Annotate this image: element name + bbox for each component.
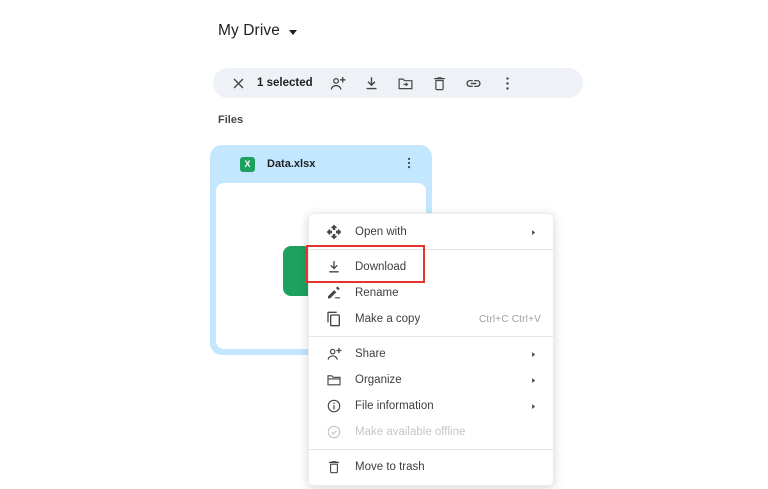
submenu-arrow-icon — [529, 402, 538, 411]
rename-icon — [326, 285, 342, 301]
menu-item-download[interactable]: Download — [309, 254, 553, 280]
submenu-arrow-icon — [529, 228, 538, 237]
menu-item-move-to-trash[interactable]: Move to trash — [309, 454, 553, 480]
download-icon — [326, 259, 342, 275]
menu-item-file-information[interactable]: File information — [309, 393, 553, 419]
more-options-icon — [499, 75, 516, 92]
menu-item-label: Make available offline — [355, 426, 466, 438]
menu-divider — [309, 249, 553, 250]
file-more-options-button[interactable] — [398, 153, 420, 175]
page-title: My Drive — [218, 22, 280, 39]
move-to-folder-button[interactable] — [391, 70, 421, 96]
download-icon — [363, 75, 380, 92]
menu-item-make-a-copy[interactable]: Make a copy Ctrl+C Ctrl+V — [309, 306, 553, 332]
chevron-down-icon — [288, 29, 297, 35]
offline-check-icon — [326, 424, 342, 440]
copy-icon — [326, 311, 342, 327]
files-section-label: Files — [218, 114, 244, 126]
link-icon — [465, 75, 482, 92]
excel-file-icon: X — [240, 156, 255, 172]
file-name: Data.xlsx — [267, 158, 316, 170]
menu-item-label: Open with — [355, 226, 407, 238]
my-drive-breadcrumb[interactable]: My Drive — [218, 22, 297, 40]
selection-count-label: 1 selected — [257, 77, 313, 89]
menu-divider — [309, 336, 553, 337]
move-folder-icon — [397, 75, 414, 92]
download-button[interactable] — [357, 70, 387, 96]
trash-icon — [431, 75, 448, 92]
drive-page: My Drive 1 selected Files X Data.xlsx Op… — [0, 0, 768, 489]
trash-icon — [326, 459, 342, 475]
person-add-icon — [326, 346, 342, 362]
menu-item-label: File information — [355, 400, 434, 412]
shortcut-label: Ctrl+C Ctrl+V — [478, 313, 541, 325]
submenu-arrow-icon — [529, 350, 538, 359]
clear-selection-button[interactable] — [223, 70, 253, 96]
menu-item-label: Move to trash — [355, 461, 425, 473]
more-actions-button[interactable] — [493, 70, 523, 96]
context-menu: Open with Download Rename Make a copy Ct… — [308, 213, 554, 486]
menu-divider — [309, 449, 553, 450]
menu-item-label: Share — [355, 348, 386, 360]
menu-item-label: Make a copy — [355, 313, 421, 325]
person-add-icon — [329, 75, 346, 92]
folder-icon — [326, 372, 342, 388]
menu-item-organize[interactable]: Organize — [309, 367, 553, 393]
close-icon — [230, 75, 247, 92]
selection-toolbar: 1 selected — [213, 68, 583, 98]
menu-item-rename[interactable]: Rename — [309, 280, 553, 306]
open-with-icon — [326, 224, 342, 240]
toolbar-actions — [323, 70, 523, 96]
submenu-arrow-icon — [529, 376, 538, 385]
menu-item-label: Download — [355, 261, 407, 273]
file-card-header: X Data.xlsx — [210, 145, 432, 183]
menu-item-share[interactable]: Share — [309, 341, 553, 367]
get-link-button[interactable] — [459, 70, 489, 96]
trash-button[interactable] — [425, 70, 455, 96]
menu-item-open-with[interactable]: Open with — [309, 219, 553, 245]
menu-item-label: Organize — [355, 374, 402, 386]
more-options-icon — [402, 156, 416, 173]
info-icon — [326, 398, 342, 414]
menu-item-label: Rename — [355, 287, 399, 299]
share-button[interactable] — [323, 70, 353, 96]
menu-item-make-available-offline: Make available offline — [309, 419, 553, 445]
